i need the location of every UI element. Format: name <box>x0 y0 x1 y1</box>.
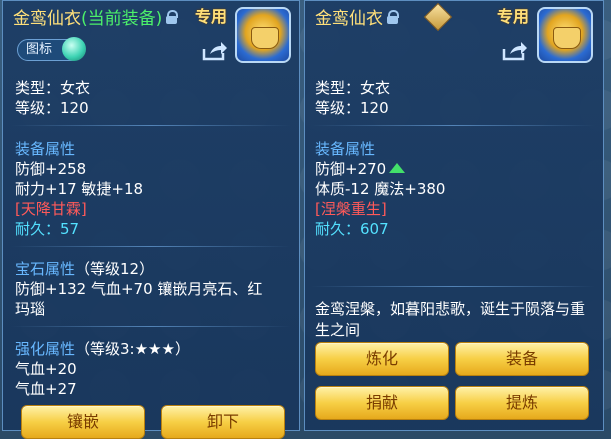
gem-attr-header: 宝石属性（等级12） <box>15 258 154 279</box>
divider <box>311 286 595 287</box>
purify-button[interactable]: 提炼 <box>455 386 589 420</box>
enhance-level: （等级3:★★★） <box>75 340 190 358</box>
item-icon[interactable] <box>235 7 291 63</box>
item-icon[interactable] <box>537 7 593 63</box>
current-equipped-tag: (当前装备) <box>81 9 163 29</box>
enhance-stat: 气血+20 <box>15 360 77 378</box>
special-effect: [涅槃重生] <box>315 200 387 218</box>
unequip-button[interactable]: 卸下 <box>161 405 285 439</box>
level-line: 等级：120 <box>315 99 389 117</box>
icon-toggle-label: 图标 <box>26 42 53 57</box>
defense-stat: 防御+270 <box>315 160 387 178</box>
lock-icon <box>166 9 179 24</box>
toggle-orb-icon <box>62 37 86 61</box>
gem-stat-line: 防御+132 气血+70 镶嵌月亮石、红 <box>15 280 263 298</box>
con-magic-stat: 体质-12 魔法+380 <box>315 180 446 198</box>
inlay-button[interactable]: 镶嵌 <box>21 405 145 439</box>
rank-icon <box>423 2 453 31</box>
current-equipment-panel: 金鸾仙衣 (当前装备) 专用 图标 类型：女衣 等级：120 装备属性 防御+25… <box>2 0 300 439</box>
item-name: 金鸾仙衣 <box>13 9 81 29</box>
compare-equipment-panel: 金鸾仙衣 专用 类型：女衣 等级：120 装备属性 防御+270 体质-12 魔… <box>304 0 604 431</box>
share-icon[interactable] <box>201 41 227 61</box>
defense-stat: 防御+258 <box>15 160 87 178</box>
divider <box>11 125 291 126</box>
item-title: 金鸾仙衣 (当前装备) <box>13 4 179 29</box>
type-line: 类型：女衣 <box>315 79 391 97</box>
gem-attr-title: 宝石属性 <box>15 260 76 278</box>
equip-attr-title: 装备属性 <box>15 140 76 158</box>
divider <box>311 125 595 126</box>
enhance-attr-title: 强化属性 <box>15 340 76 358</box>
icon-toggle-button[interactable]: 图标 <box>17 37 86 61</box>
exclusive-tag: 专用 <box>195 7 228 26</box>
defense-stat-line: 防御+270 <box>315 158 406 179</box>
equip-button[interactable]: 装备 <box>455 342 589 376</box>
lock-icon <box>387 9 399 24</box>
level-line: 等级：120 <box>15 99 89 117</box>
item-name: 金鸾仙衣 <box>315 9 383 29</box>
divider <box>11 326 291 327</box>
enhance-stat: 气血+27 <box>15 380 77 398</box>
equip-attr-title: 装备属性 <box>315 140 376 158</box>
type-line: 类型：女衣 <box>15 79 91 97</box>
durability-stat: 耐久：57 <box>15 220 80 238</box>
donate-button[interactable]: 捐献 <box>315 386 449 420</box>
gem-level: （等级12） <box>75 260 155 278</box>
green-up-arrow-icon <box>389 162 406 173</box>
durability-stat: 耐久：607 <box>315 220 389 238</box>
divider <box>11 246 291 247</box>
share-icon[interactable] <box>501 41 527 61</box>
stamina-agility-stat: 耐力+17 敏捷+18 <box>15 180 144 198</box>
gem-stat-line: 玛瑙 <box>15 300 46 318</box>
exclusive-tag: 专用 <box>497 7 530 26</box>
refine-button[interactable]: 炼化 <box>315 342 449 376</box>
enhance-attr-header: 强化属性（等级3:★★★） <box>15 338 190 359</box>
special-effect: [天降甘霖] <box>15 200 87 218</box>
item-title: 金鸾仙衣 <box>315 2 453 31</box>
item-description: 金鸾涅槃，如暮阳悲歌，诞生于陨落与重生之间 <box>315 300 586 339</box>
